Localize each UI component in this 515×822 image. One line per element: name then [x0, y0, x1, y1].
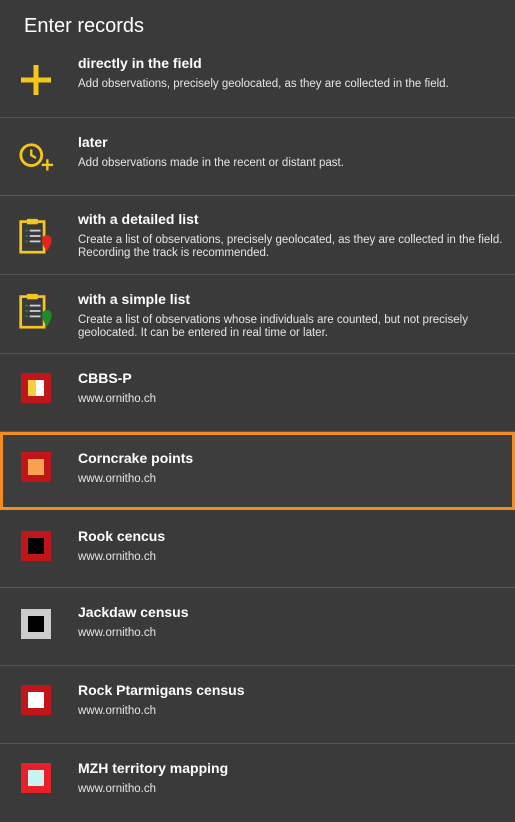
item-title: Corncrake points [78, 450, 194, 466]
clock-plus-icon [18, 140, 54, 176]
item-title: MZH territory mapping [78, 760, 229, 776]
page-title: Enter records [24, 14, 145, 37]
plus-icon [18, 62, 54, 98]
item-description: www.ornitho.ch [78, 551, 156, 563]
item-title: with a simple list [78, 291, 191, 307]
item-title: CBBS-P [78, 370, 132, 386]
grey-black-square-icon [18, 606, 54, 642]
list-item-mzh-territory-mapping[interactable]: MZH territory mapping www.ornitho.ch [0, 744, 515, 822]
red-yellow-square-icon [18, 370, 54, 406]
list-item-simple-list[interactable]: with a simple list Create a list of obse… [0, 275, 515, 354]
red-cyan-square-icon [18, 760, 54, 796]
item-description: www.ornitho.ch [78, 393, 156, 405]
list-item-later[interactable]: later Add observations made in the recen… [0, 118, 515, 196]
item-title: later [78, 134, 108, 150]
list-item-corncrake-points[interactable]: Corncrake points www.ornitho.ch [0, 432, 515, 510]
list-item-rock-ptarmigans-census[interactable]: Rock Ptarmigans census www.ornitho.ch [0, 666, 515, 744]
item-description: www.ornitho.ch [78, 627, 156, 639]
item-description: www.ornitho.ch [78, 473, 156, 485]
item-title: Jackdaw census [78, 604, 189, 620]
list-item-cbbs-p[interactable]: CBBS-P www.ornitho.ch [0, 354, 515, 432]
clipboard-red-pin-icon [18, 218, 54, 254]
red-black-square-icon [18, 528, 54, 564]
list-item-rook-cencus[interactable]: Rook cencus www.ornitho.ch [0, 510, 515, 588]
list-item-jackdaw-census[interactable]: Jackdaw census www.ornitho.ch [0, 588, 515, 666]
item-title: Rook cencus [78, 528, 166, 544]
item-description: Add observations made in the recent or d… [78, 157, 344, 169]
item-description: Create a list of observations, precisely… [78, 234, 503, 259]
item-description: www.ornitho.ch [78, 783, 156, 795]
list-item-detailed-list[interactable]: with a detailed list Create a list of ob… [0, 196, 515, 275]
item-title: Rock Ptarmigans census [78, 682, 245, 698]
red-orange-square-icon [18, 449, 54, 485]
item-description: Add observations, precisely geolocated, … [78, 78, 449, 90]
item-title: directly in the field [78, 55, 202, 71]
red-white-square-icon [18, 682, 54, 718]
item-description: Create a list of observations whose indi… [78, 314, 468, 339]
list-item-directly-in-field[interactable]: directly in the field Add observations, … [0, 52, 515, 118]
clipboard-green-pin-icon [18, 293, 54, 329]
item-title: with a detailed list [78, 211, 199, 227]
item-description: www.ornitho.ch [78, 705, 156, 717]
